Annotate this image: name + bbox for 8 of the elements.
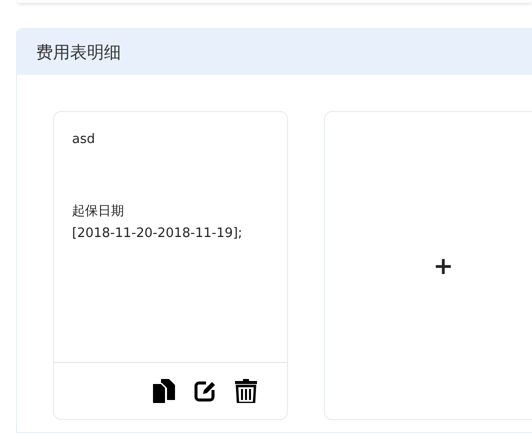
field-label: 起保日期	[72, 203, 125, 221]
copy-icon[interactable]	[152, 379, 175, 403]
add-button[interactable]: +	[433, 252, 454, 280]
trash-icon[interactable]	[234, 379, 257, 403]
edit-icon[interactable]	[192, 379, 217, 403]
card-name: asd	[72, 132, 96, 147]
field-value: [2018-11-20-2018-11-19];	[72, 225, 244, 243]
section-title: 费用表明细	[36, 42, 121, 64]
